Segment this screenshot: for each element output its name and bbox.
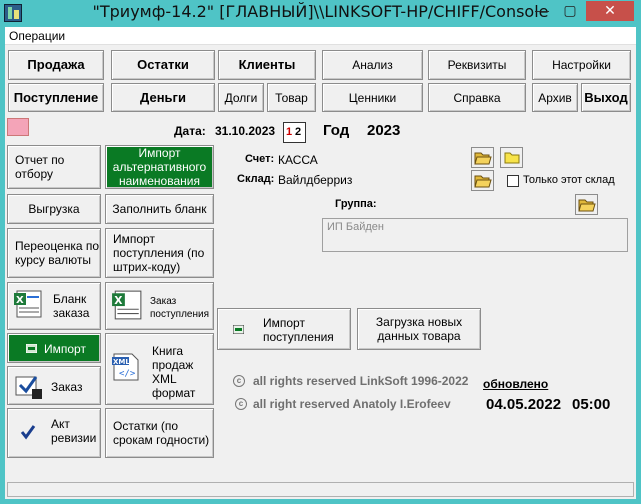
import-icon	[233, 325, 244, 334]
title-bar: "Триумф-14.2" [ГЛАВНЫЙ]\\LINKSOFT-HP/CHI…	[0, 0, 641, 27]
warehouse-label: Склад:	[237, 173, 275, 185]
select-account-button[interactable]	[471, 147, 494, 168]
order-receipt-label: Заказ поступления	[150, 296, 210, 320]
date-value[interactable]: 31.10.2023	[215, 124, 275, 138]
nav-clients-button[interactable]: Клиенты	[218, 50, 316, 80]
import-button[interactable]: Импорт	[7, 333, 101, 363]
svg-text:X: X	[16, 295, 24, 306]
copyright-linksoft: all rights reserved LinkSoft 1996-2022	[253, 374, 469, 388]
order-form-button[interactable]: X Бланк заказа	[7, 282, 101, 330]
spreadsheet-icon: X	[112, 290, 142, 320]
nav-stock-button[interactable]: Остатки	[111, 50, 215, 80]
updated-date: 04.05.2022	[486, 396, 562, 413]
order-icon	[15, 376, 42, 399]
account-value: КАССА	[278, 153, 318, 167]
folder-icon	[504, 152, 520, 164]
updated-label: обновлено	[483, 377, 549, 391]
status-indicator	[7, 118, 29, 136]
year-value: 2023	[367, 122, 401, 139]
sales-book-xml-button[interactable]: XML </> Книга продаж XML формат	[105, 333, 214, 405]
group-label: Группа:	[335, 198, 377, 210]
nav-analysis-button[interactable]: Анализ	[322, 50, 423, 80]
only-this-warehouse-label: Только этот склад	[523, 174, 615, 186]
close-button[interactable]: ✕	[586, 1, 634, 21]
order-button[interactable]: Заказ	[7, 366, 101, 405]
revalue-button[interactable]: Переоценка по курсу валюты	[7, 228, 101, 278]
import-receipt-button[interactable]: Импорт поступления	[217, 308, 351, 350]
audit-act-button[interactable]: Акт ревизии	[7, 408, 101, 458]
nav-exit-button[interactable]: Выход	[581, 83, 631, 112]
import-icon	[26, 344, 37, 353]
import-receipt-barcode-button[interactable]: Импорт поступления (по штрих-коду)	[105, 228, 214, 278]
menu-bar: Операции	[5, 27, 636, 45]
group-field[interactable]: ИП Байден	[322, 218, 628, 252]
sales-book-label: Книга продаж XML формат	[152, 344, 196, 400]
minimize-button[interactable]: —	[528, 1, 556, 21]
nav-help-button[interactable]: Справка	[428, 83, 526, 112]
audit-act-label: Акт ревизии	[51, 417, 97, 445]
export-button[interactable]: Выгрузка	[7, 194, 101, 224]
report-by-filter-button[interactable]: Отчет по отбору	[7, 145, 101, 189]
svg-text:X: X	[114, 294, 122, 307]
expiry-stock-button[interactable]: Остатки (по срокам годности)	[105, 408, 214, 458]
nav-goods-button[interactable]: Товар	[267, 83, 316, 112]
open-folder-icon	[474, 175, 492, 188]
order-label: Заказ	[51, 380, 83, 394]
nav-toolbar: Продажа Остатки Клиенты Анализ Реквизиты…	[5, 47, 636, 115]
copyright-icon: c	[235, 398, 247, 410]
import-label: Импорт	[44, 342, 86, 356]
svg-text:</>: </>	[119, 369, 136, 379]
order-form-label: Бланк заказа	[53, 292, 90, 320]
open-folder-icon	[578, 199, 596, 212]
maximize-button[interactable]: ▢	[556, 1, 584, 21]
nav-sales-button[interactable]: Продажа	[8, 50, 104, 80]
calendar-icon[interactable]: 12	[283, 122, 306, 143]
fill-form-button[interactable]: Заполнить бланк	[105, 194, 214, 224]
open-folder-icon	[474, 152, 492, 165]
checkmark-icon	[20, 425, 36, 440]
main-window: Операции Продажа Остатки Клиенты Анализ …	[5, 27, 636, 499]
copyright-icon: c	[233, 375, 245, 387]
nav-receipt-button[interactable]: Поступление	[8, 83, 104, 112]
xml-file-icon: XML </>	[112, 353, 139, 381]
nav-money-button[interactable]: Деньги	[111, 83, 215, 112]
import-alt-name-button[interactable]: Импорт альтернативного наименования	[105, 145, 214, 189]
copyright-author: all right reserved Anatoly I.Erofeev	[253, 397, 451, 411]
menu-operations[interactable]: Операции	[9, 28, 65, 44]
warehouse-value: Вайлдберриз	[278, 173, 353, 187]
account-label: Счет:	[245, 153, 275, 165]
load-new-goods-button[interactable]: Загрузка новых данных товара	[357, 308, 481, 350]
nav-settings-button[interactable]: Настройки	[532, 50, 631, 80]
svg-text:XML: XML	[113, 358, 130, 366]
status-bar	[7, 482, 634, 497]
updated-time: 05:00	[572, 396, 611, 413]
date-label: Дата:	[174, 124, 206, 138]
nav-debts-button[interactable]: Долги	[218, 83, 264, 112]
nav-archive-button[interactable]: Архив	[532, 83, 578, 112]
order-receipt-button[interactable]: X Заказ поступления	[105, 282, 214, 330]
nav-price-tags-button[interactable]: Ценники	[322, 83, 423, 112]
nav-requisites-button[interactable]: Реквизиты	[428, 50, 526, 80]
year-label: Год	[323, 122, 350, 139]
spreadsheet-icon: X	[14, 290, 42, 318]
only-this-warehouse-checkbox[interactable]	[507, 175, 519, 187]
clear-account-button[interactable]	[500, 147, 523, 168]
select-group-button[interactable]	[575, 194, 598, 215]
select-warehouse-button[interactable]	[471, 170, 494, 191]
import-receipt-label: Импорт поступления	[263, 316, 334, 344]
